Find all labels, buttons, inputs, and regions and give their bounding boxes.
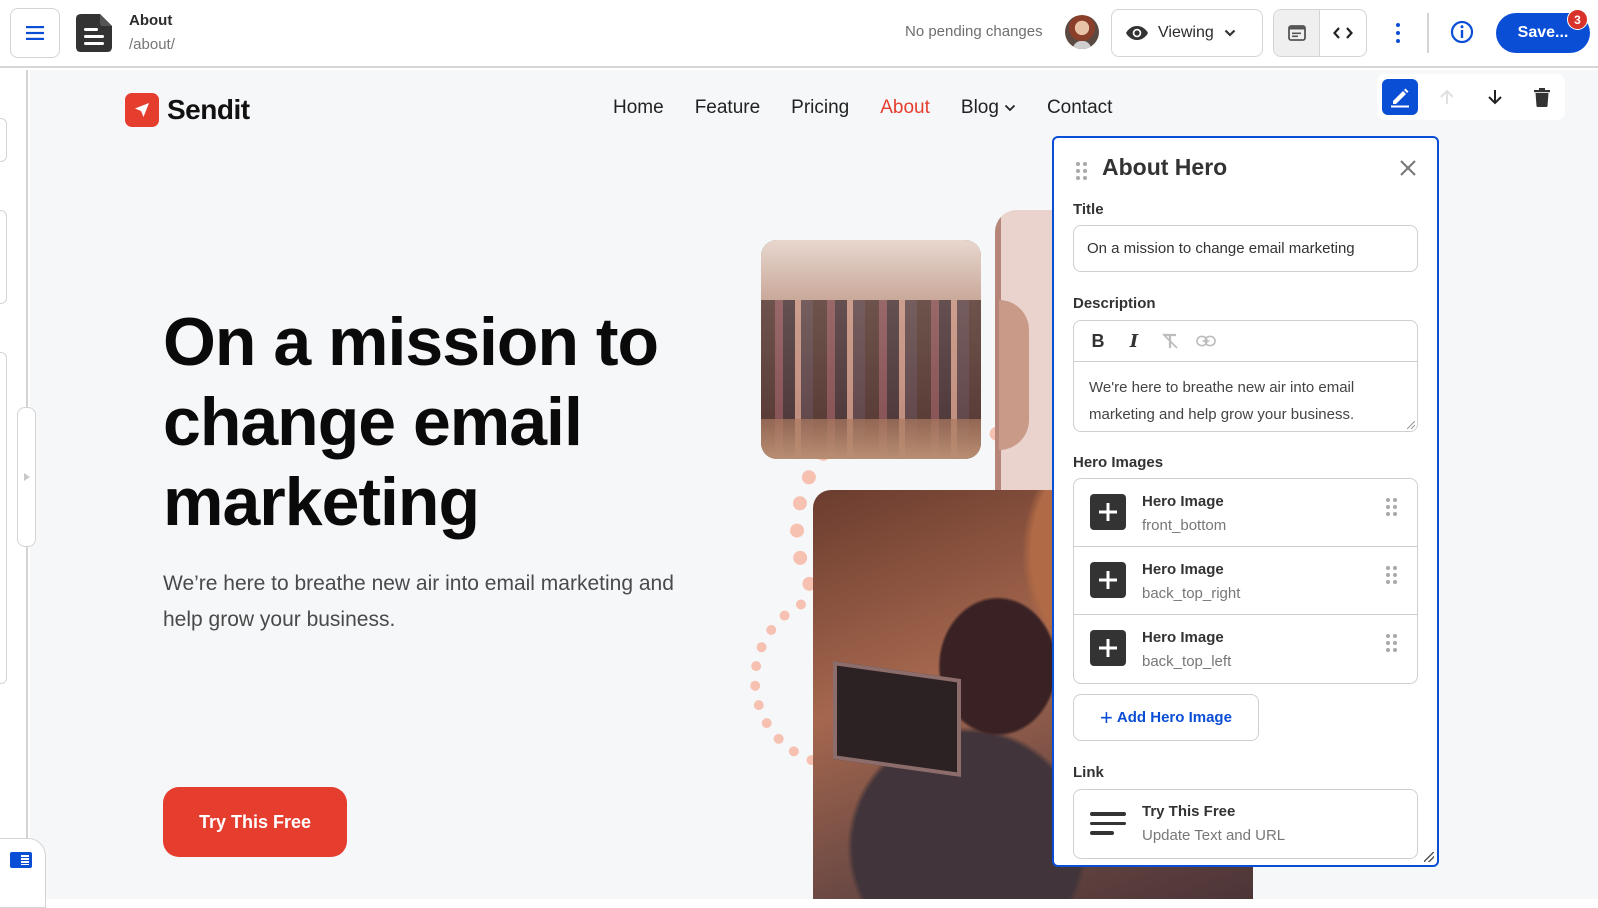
view-toggle <box>1273 9 1367 57</box>
hero-image-item[interactable]: Hero Image back_top_left <box>1074 615 1417 683</box>
toolbar-divider <box>1427 13 1429 53</box>
description-textarea[interactable]: We're here to breathe new air into email… <box>1074 362 1417 440</box>
mode-dropdown[interactable]: Viewing <box>1111 9 1263 57</box>
add-hero-image-label: Add Hero Image <box>1116 709 1232 726</box>
title-label: Title <box>1073 201 1104 218</box>
code-view-button[interactable] <box>1320 10 1366 56</box>
send-icon <box>125 93 159 127</box>
drag-handle-icon[interactable] <box>1386 634 1397 652</box>
drag-handle-icon[interactable] <box>1386 566 1397 584</box>
delete-section-button[interactable] <box>1525 79 1561 115</box>
hero-description: We’re here to breathe new air into email… <box>163 572 674 631</box>
pending-count-badge: 3 <box>1567 9 1588 30</box>
close-icon[interactable] <box>1398 158 1418 178</box>
textarea-resize-handle[interactable] <box>1407 421 1415 429</box>
edit-icon <box>1390 88 1409 108</box>
try-free-button[interactable]: Try This Free <box>163 787 347 857</box>
hero-image-back-top-left <box>761 240 981 459</box>
rail-tab[interactable] <box>0 118 7 162</box>
page-path: /about/ <box>129 36 175 53</box>
add-image-icon <box>1090 630 1126 666</box>
description-editor: B I We're here to breathe new air into e… <box>1073 320 1418 432</box>
site-logo[interactable]: Sendit <box>125 93 250 127</box>
link-subtitle: Update Text and URL <box>1142 827 1286 844</box>
hero-image-slot: back_top_right <box>1142 585 1241 602</box>
mode-label: Viewing <box>1158 24 1214 41</box>
clear-format-icon <box>1162 333 1178 349</box>
move-up-button[interactable] <box>1430 79 1466 115</box>
hero-images-label: Hero Images <box>1073 454 1164 471</box>
hamburger-icon <box>26 26 44 40</box>
delete-icon <box>1534 87 1551 107</box>
hero-image-item[interactable]: Hero Image front_bottom <box>1074 479 1417 547</box>
hero-image-slot: front_bottom <box>1142 517 1227 534</box>
top-bar: About /about/ No pending changes Viewing… <box>0 0 1598 68</box>
bold-button[interactable]: B <box>1088 331 1108 351</box>
panel-resize-handle[interactable] <box>1424 852 1434 862</box>
hero-image-name: Hero Image <box>1142 629 1224 646</box>
hero-image-slot: back_top_left <box>1142 653 1232 670</box>
hero-title: On a mission to change email marketing <box>163 304 659 540</box>
add-image-icon <box>1090 562 1126 598</box>
chevron-down-icon <box>1004 104 1016 112</box>
link-button[interactable] <box>1196 331 1216 351</box>
document-icon <box>76 14 112 52</box>
more-options-button[interactable] <box>1390 20 1406 46</box>
panel-title: About Hero <box>1102 154 1228 180</box>
chevron-down-icon <box>1224 29 1236 37</box>
edit-section-button[interactable] <box>1382 79 1418 115</box>
italic-button[interactable]: I <box>1124 331 1144 352</box>
nav-contact[interactable]: Contact <box>1047 97 1112 119</box>
rich-text-toolbar: B I <box>1074 321 1417 362</box>
nav-blog-label: Blog <box>960 97 999 118</box>
link-icon <box>1196 335 1216 347</box>
info-icon[interactable] <box>1450 20 1474 44</box>
nav-blog[interactable]: Blog <box>961 97 1016 119</box>
rail-footer <box>0 838 46 908</box>
add-hero-image-button[interactable]: + Add Hero Image <box>1073 694 1259 741</box>
drag-handle-icon[interactable] <box>1386 498 1397 516</box>
expand-panel-handle[interactable] <box>17 407 36 547</box>
nav-pricing[interactable]: Pricing <box>791 97 849 119</box>
pending-status: No pending changes <box>905 23 1043 40</box>
text-lines-icon <box>1090 812 1126 841</box>
hero-images-list: Hero Image front_bottom Hero Image back_… <box>1073 478 1418 684</box>
rail-tab[interactable] <box>0 352 7 684</box>
move-up-icon <box>1440 89 1454 104</box>
plus-icon: + <box>1100 704 1113 730</box>
site-nav: Home Feature Pricing About Blog Contact <box>613 97 1112 119</box>
hero-image-name: Hero Image <box>1142 493 1224 510</box>
page-title: About <box>129 12 173 29</box>
nav-about[interactable]: About <box>880 97 930 119</box>
menu-button[interactable] <box>10 8 60 58</box>
user-avatar[interactable] <box>1065 15 1099 49</box>
link-label: Link <box>1073 764 1104 781</box>
hero-image-item[interactable]: Hero Image back_top_right <box>1074 547 1417 615</box>
drag-handle-icon[interactable] <box>1076 162 1087 180</box>
layout-icon <box>1287 25 1306 41</box>
add-image-icon <box>1090 494 1126 530</box>
hero-image-name: Hero Image <box>1142 561 1224 578</box>
section-toolbar <box>1377 74 1565 120</box>
layers-icon[interactable] <box>10 852 32 868</box>
section-editor-panel: About Hero Title Description B I We're h… <box>1052 136 1439 867</box>
nav-home[interactable]: Home <box>613 97 664 119</box>
move-down-icon <box>1488 90 1502 105</box>
visual-view-button[interactable] <box>1274 10 1320 56</box>
move-down-button[interactable] <box>1477 79 1513 115</box>
link-name: Try This Free <box>1142 803 1236 820</box>
description-label: Description <box>1073 295 1156 312</box>
brand-name: Sendit <box>167 94 250 125</box>
nav-feature[interactable]: Feature <box>695 97 760 119</box>
eye-icon <box>1126 26 1148 40</box>
clear-format-button[interactable] <box>1160 331 1180 351</box>
title-input[interactable] <box>1073 225 1418 272</box>
rail-tab[interactable] <box>0 210 7 304</box>
code-icon <box>1333 27 1353 39</box>
link-item[interactable]: Try This Free Update Text and URL <box>1073 789 1418 859</box>
